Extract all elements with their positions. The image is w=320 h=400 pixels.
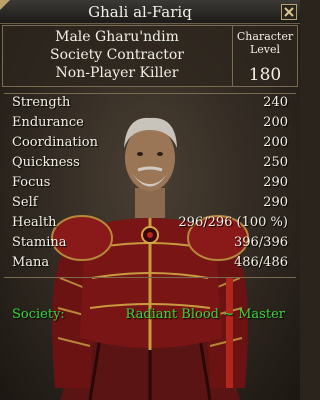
stat-row-quickness: Quickness 250 <box>4 153 296 173</box>
stat-value: 290 <box>263 175 288 190</box>
vital-name: Mana <box>12 255 50 270</box>
stat-name: Focus <box>12 175 51 190</box>
stat-value: 290 <box>263 195 288 210</box>
sword <box>226 278 233 388</box>
stat-row-endurance: Endurance 200 <box>4 113 296 133</box>
close-icon <box>284 7 294 17</box>
level-box: Character Level 180 <box>232 26 297 86</box>
vital-name: Stamina <box>12 235 67 250</box>
stats-divider-bottom <box>4 277 296 278</box>
society-value: Radiant Blood ~ Master <box>125 307 285 322</box>
attributes-list: Strength 240 Endurance 200 Coordination … <box>4 93 296 273</box>
level-value: 180 <box>248 65 282 85</box>
stat-row-focus: Focus 290 <box>4 173 296 193</box>
vital-row-health: Health 296/296 (100 %) <box>4 213 296 233</box>
stat-value: 200 <box>263 135 288 150</box>
vital-row-stamina: Stamina 396/396 <box>4 233 296 253</box>
level-label: Character Level <box>236 30 294 56</box>
stat-name: Endurance <box>12 115 84 130</box>
character-panel: Ghali al-Fariq Male Gharu'ndim Society C… <box>0 0 300 400</box>
window-title: Ghali al-Fariq <box>88 3 192 21</box>
close-button[interactable] <box>281 4 297 20</box>
stat-name: Self <box>12 195 38 210</box>
stat-row-strength: Strength 240 <box>4 93 296 113</box>
race-gender-label: Male Gharu'ndim <box>55 29 179 45</box>
stat-value: 240 <box>263 95 288 110</box>
stat-row-coordination: Coordination 200 <box>4 133 296 153</box>
stat-row-self: Self 290 <box>4 193 296 213</box>
vital-value: 396/396 <box>233 235 288 250</box>
society-label: Society: <box>12 307 65 322</box>
vital-row-mana: Mana 486/486 <box>4 253 296 273</box>
vital-name: Health <box>12 215 57 230</box>
stat-name: Quickness <box>12 155 80 170</box>
stat-name: Coordination <box>12 135 98 150</box>
pk-status-label: Non-Player Killer <box>55 65 179 81</box>
character-info: Male Gharu'ndim Society Contractor Non-P… <box>3 28 231 82</box>
society-rank-label: Society Contractor <box>49 47 185 63</box>
stat-value: 200 <box>263 115 288 130</box>
stat-name: Strength <box>12 95 71 110</box>
stat-value: 250 <box>263 155 288 170</box>
vital-value: 486/486 <box>233 255 288 270</box>
vital-value: 296/296 (100 %) <box>178 215 288 230</box>
character-header: Male Gharu'ndim Society Contractor Non-P… <box>2 25 298 87</box>
title-bar[interactable]: Ghali al-Fariq <box>0 0 300 24</box>
